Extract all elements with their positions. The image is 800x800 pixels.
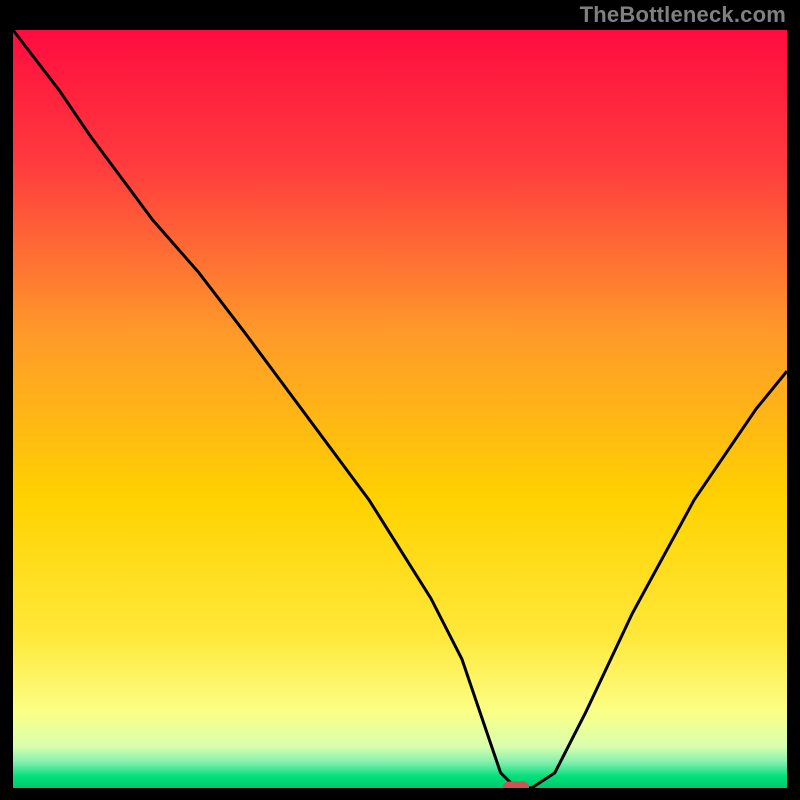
chart-background — [13, 30, 787, 788]
chart-frame: TheBottleneck.com — [0, 0, 800, 800]
plot-area — [13, 30, 787, 788]
marker-point — [503, 782, 529, 789]
attribution-label: TheBottleneck.com — [580, 2, 786, 28]
chart-svg — [13, 30, 787, 788]
